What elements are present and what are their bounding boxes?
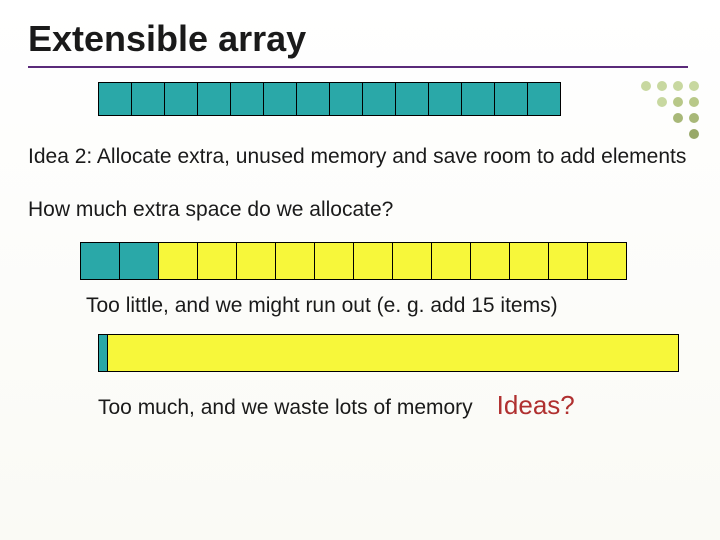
array-cell — [353, 242, 393, 280]
array-cell — [236, 242, 276, 280]
array-cell — [275, 242, 315, 280]
array-empty-region — [107, 334, 679, 372]
array-cell — [164, 82, 198, 116]
array-cell — [494, 82, 528, 116]
array-cell — [314, 242, 354, 280]
array-cell — [329, 82, 363, 116]
array-cell — [98, 82, 132, 116]
caption-too-much: Too much, and we waste lots of memory — [98, 396, 473, 420]
array-too-much — [98, 334, 692, 372]
array-cell — [80, 242, 120, 280]
idea-text: Idea 2: Allocate extra, unused memory an… — [28, 144, 692, 170]
array-cell — [428, 82, 462, 116]
array-cell — [230, 82, 264, 116]
array-full — [98, 82, 692, 116]
array-cell — [431, 242, 471, 280]
array-cell — [197, 82, 231, 116]
title-underline — [28, 66, 688, 68]
array-cell — [131, 82, 165, 116]
array-cell — [263, 82, 297, 116]
array-cell — [362, 82, 396, 116]
array-cell — [461, 82, 495, 116]
array-cell — [548, 242, 588, 280]
array-cell — [395, 82, 429, 116]
slide-title: Extensible array — [0, 0, 720, 66]
array-cell — [392, 242, 432, 280]
array-cell — [197, 242, 237, 280]
array-cell — [470, 242, 510, 280]
array-cell — [119, 242, 159, 280]
array-too-little — [80, 242, 692, 280]
array-cell — [527, 82, 561, 116]
array-cell — [296, 82, 330, 116]
caption-too-little: Too little, and we might run out (e. g. … — [86, 294, 692, 318]
array-cell — [509, 242, 549, 280]
array-cell — [158, 242, 198, 280]
question-text: How much extra space do we allocate? — [28, 198, 692, 222]
ideas-prompt: Ideas? — [497, 390, 575, 421]
decorative-dots-icon — [636, 76, 706, 146]
array-cell — [587, 242, 627, 280]
